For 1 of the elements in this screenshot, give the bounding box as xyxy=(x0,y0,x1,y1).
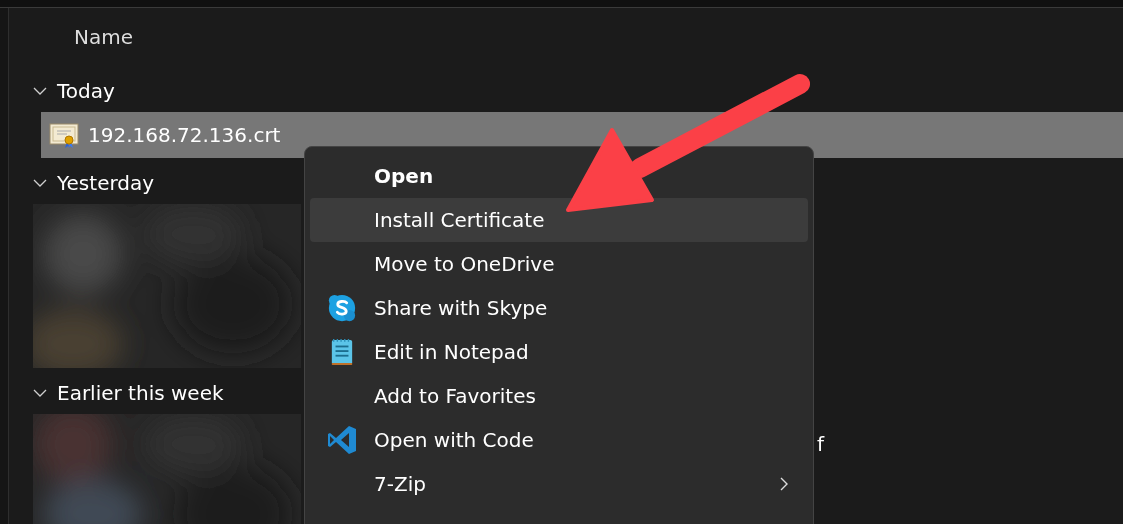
file-name: f xyxy=(817,432,825,456)
